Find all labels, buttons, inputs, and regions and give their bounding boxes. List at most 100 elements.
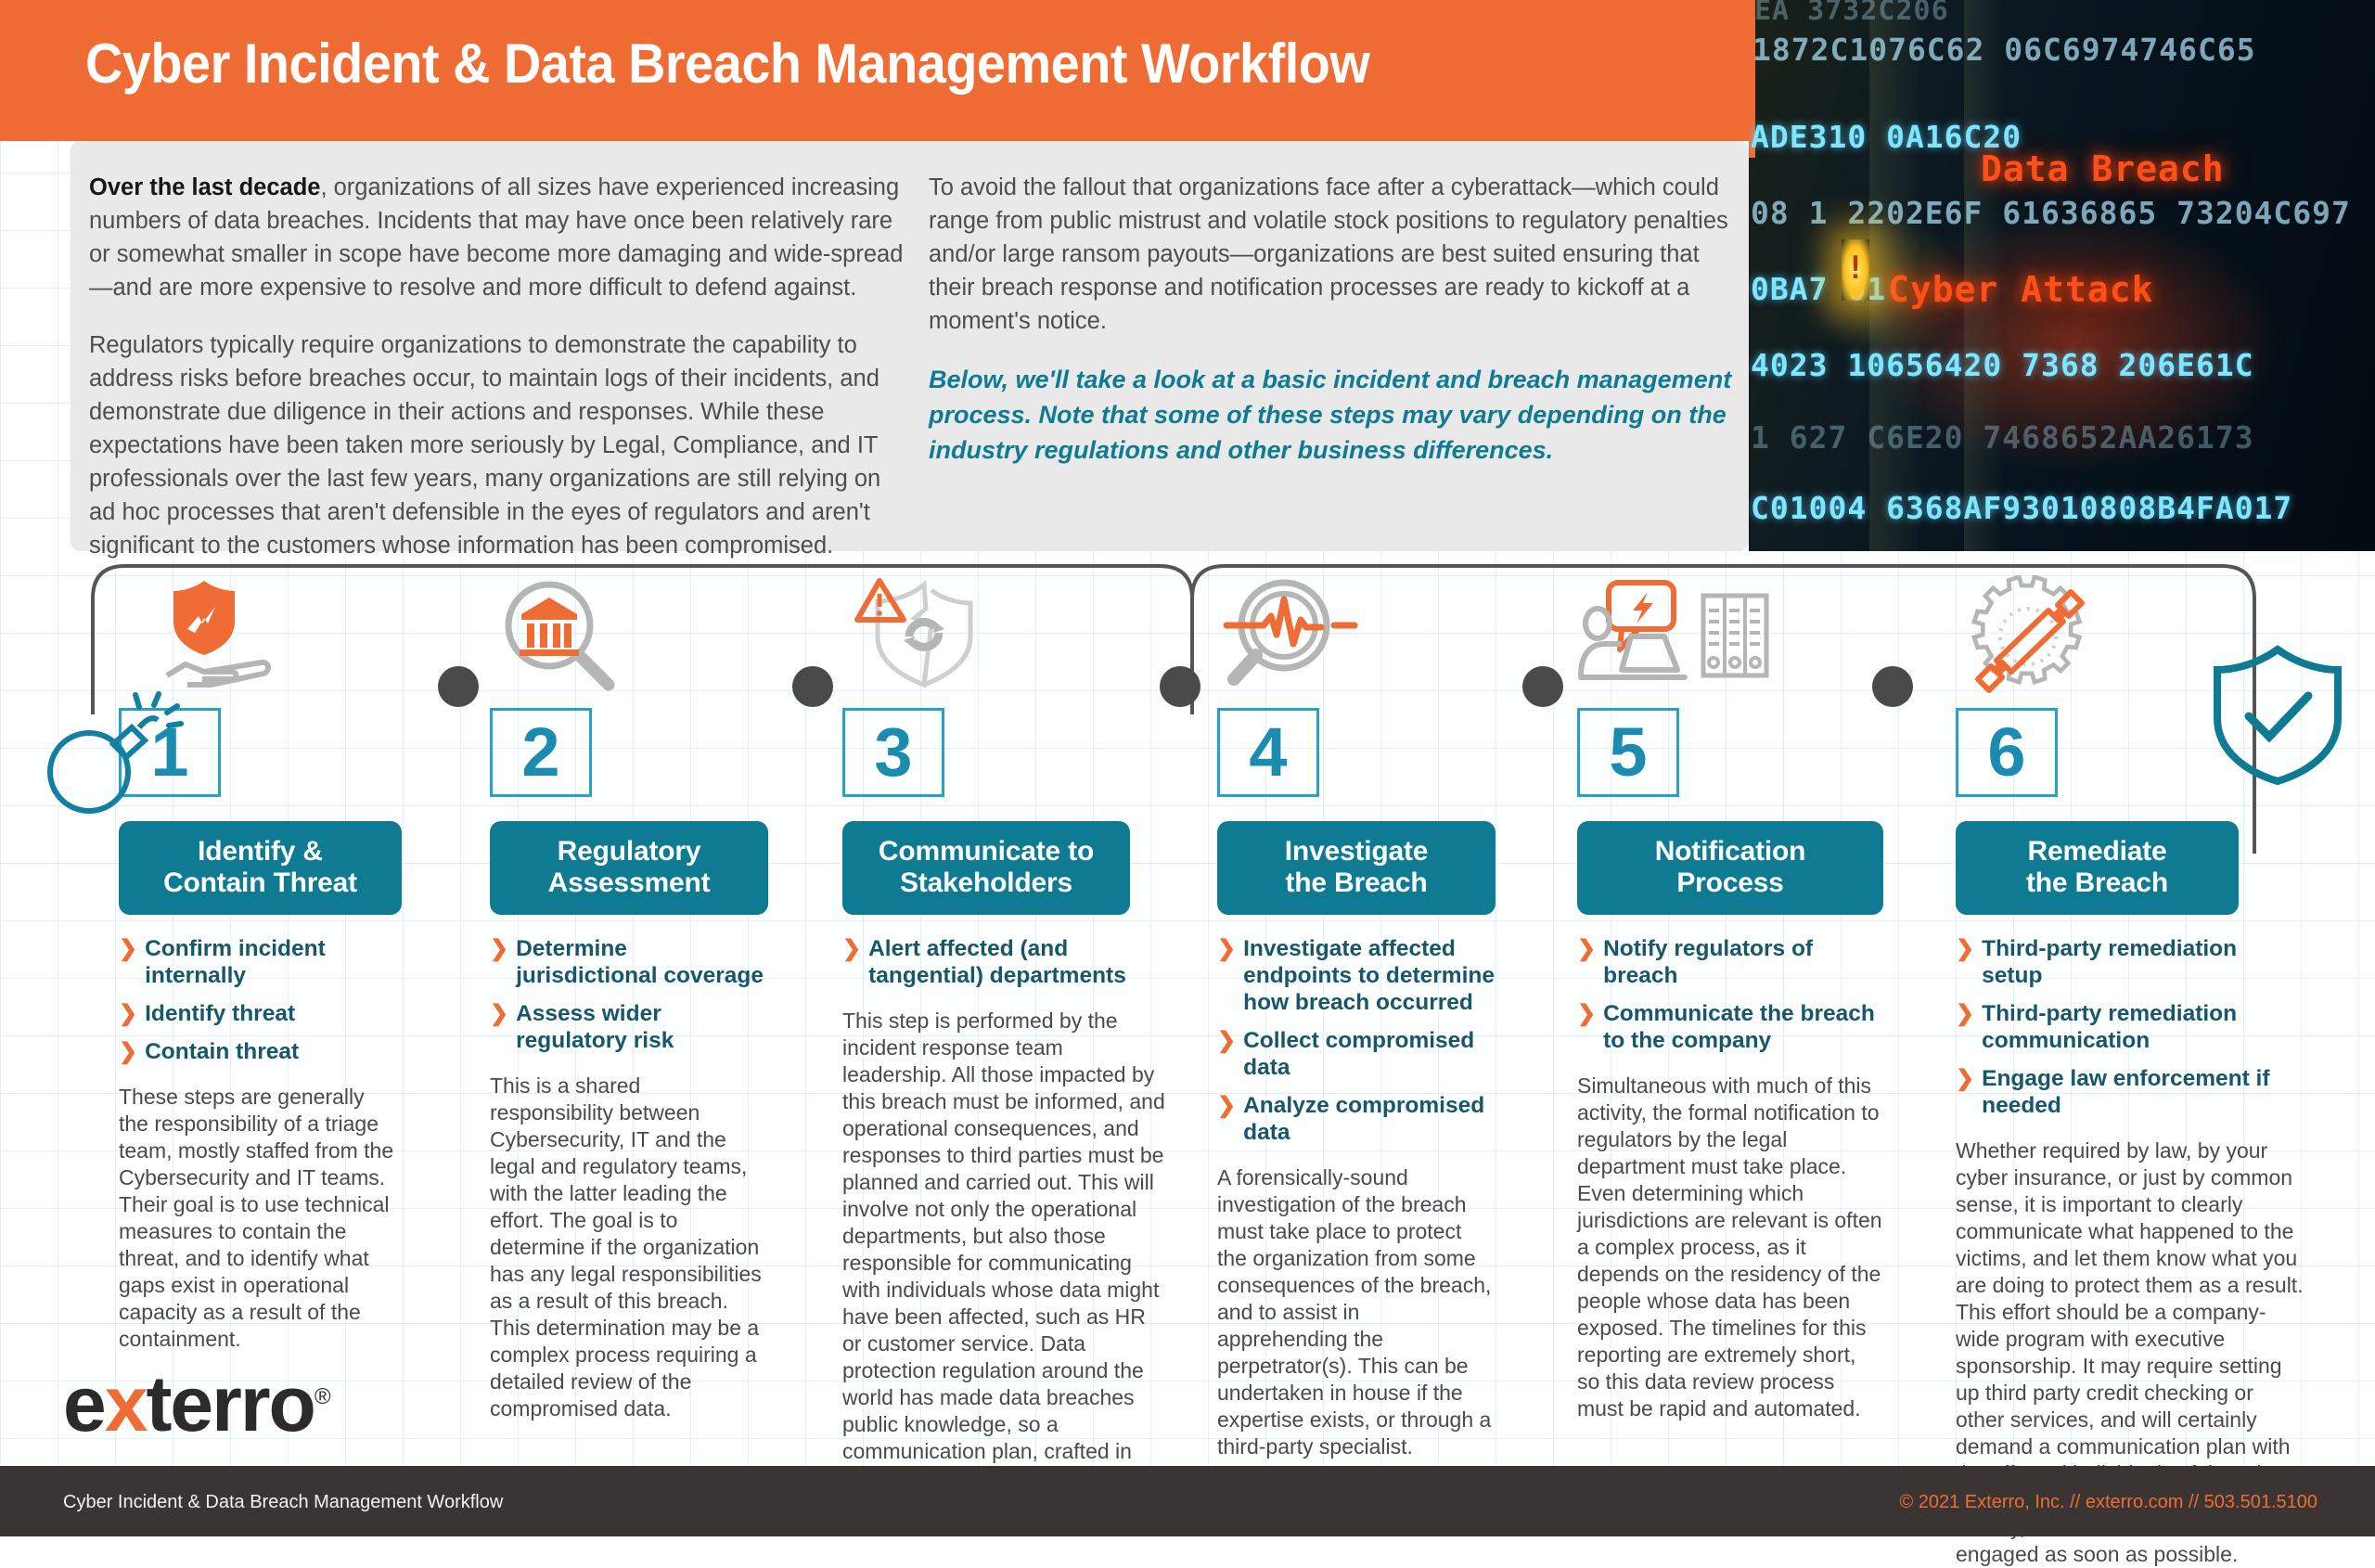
step-2-number: 2 [490,708,592,797]
step-6-bullets: ❯ Third-party remediation setup ❯ Third-… [1956,935,2304,1119]
footer-bar: Cyber Incident & Data Breach Management … [0,1466,2375,1536]
footer-copyright: © 2021 Exterro, Inc. // exterro.com // 5… [1899,1492,2317,1512]
logo-part-2: terro [146,1360,315,1447]
step-5-title: Notification Process [1577,821,1883,915]
step-1-bullet: ❯ Confirm incident internally [119,935,397,989]
exterro-logo: exterro® [63,1359,330,1449]
step-2-title-line1: Regulatory [557,836,701,867]
intro-lead-text: Over the last decade [89,174,321,200]
intro-column-left: Over the last decade, organizations of a… [89,171,905,586]
step-5-bullet: ❯ Notify regulators of breach [1577,935,1883,989]
hero-hex-row: 1872C1076C62 06C6974746C65 [1752,32,2256,68]
step-4-bullets: ❯ Investigate affected endpoints to dete… [1217,935,1496,1146]
chevron-right-icon: ❯ [1217,1093,1237,1118]
chevron-right-icon: ❯ [1577,936,1597,961]
intro-teal-callout: Below, we'll take a look at a basic inci… [929,362,1740,468]
step-6-bullet-text: Third-party remediation setup [1982,936,2238,988]
hero-hex-row: EA 3732C206 [1754,0,1949,27]
hero-alert-cyber-attack: Cyber Attack [1888,269,2154,310]
step-5-number: 5 [1577,708,1679,797]
step-4-bullet: ❯ Investigate affected endpoints to dete… [1217,935,1496,1016]
step-3-title-line2: Stakeholders [899,868,1072,898]
workflow-step-4: 4 Investigate the Breach ❯ Investigate a… [1217,575,1496,1460]
step-4-bullet-text: Investigate affected endpoints to determ… [1243,936,1495,1015]
intro-column-right: To avoid the fallout that organizations … [929,171,1740,468]
step-2-bullets: ❯ Determine jurisdictional coverage ❯ As… [490,935,768,1054]
footer-title: Cyber Incident & Data Breach Management … [63,1492,504,1512]
step-2-bullet-text: Determine jurisdictional coverage [516,936,764,988]
step-6-number: 6 [1956,708,2058,797]
shield-check-icon [2214,645,2342,786]
step-2-bullet: ❯ Assess wider regulatory risk [490,1000,768,1054]
gear-wrench-icon [1971,575,2085,693]
step-2-bullet-text: Assess wider regulatory risk [516,1001,674,1053]
step-6-bullet: ❯ Third-party remediation setup [1956,935,2304,989]
magnifier-pulse-icon [1223,579,1358,686]
step-1-body: These steps are generally the responsibi… [119,1085,394,1351]
connector-dot [438,666,479,707]
step-5-bullet: ❯ Communicate the breach to the company [1577,1000,1883,1054]
chevron-right-icon: ❯ [1956,1066,1975,1091]
step-1-bullets: ❯ Confirm incident internally ❯ Identify… [119,935,397,1065]
shield-bolt-on-hand-icon [165,581,271,688]
step-6-title-line1: Remediate [2027,836,2167,867]
step-3-icon-wrap [842,575,1167,700]
step-5-bullet-text: Notify regulators of breach [1603,936,1814,988]
logo-part-1: e [63,1360,107,1447]
chevron-right-icon: ❯ [1577,1001,1597,1026]
step-4-title-line2: the Breach [1285,868,1428,898]
step-1-bullet: ❯ Identify threat [119,1000,397,1027]
intro-panel: Over the last decade, organizations of a… [71,141,1749,559]
step-5-title-line2: Process [1676,868,1784,898]
step-6-bullet-text: Third-party remediation communication [1982,1001,2238,1053]
step-3-bullet-text: Alert affected (and tangential) departme… [868,936,1126,988]
step-4-number: 4 [1217,708,1319,797]
chevron-right-icon: ❯ [1956,936,1975,961]
step-1-title-line1: Identify & [198,836,323,867]
workflow-step-3: 3 Communicate to Stakeholders ❯ Alert af… [842,575,1167,1519]
step-6-bullet: ❯ Engage law enforcement if needed [1956,1065,2304,1119]
hero-hex-row: 1 627 C6E20 7468652AA26173 [1751,419,2254,456]
step-6-title: Remediate the Breach [1956,821,2239,915]
connector-dot [792,666,833,707]
step-2-icon-wrap [490,575,768,700]
step-2-title: Regulatory Assessment [490,821,768,915]
cyber-attack-hero-image: EA 3732C206 1872C1076C62 06C6974746C65 A… [1749,0,2375,551]
step-5-bullets: ❯ Notify regulators of breach ❯ Communic… [1577,935,1883,1054]
hero-hex-row: C01004 6368AF93010808B4FA017 [1751,490,2293,526]
step-3-title: Communicate to Stakeholders [842,821,1130,915]
intro-paragraph-2: Regulators typically require organizatio… [89,332,881,559]
step-2-bullet: ❯ Determine jurisdictional coverage [490,935,768,989]
bomb-icon [47,691,184,814]
hero-hex-row: 08 1 2202E6F 61636865 73204C697 [1751,195,2351,231]
intro-teal-lead: Below, [929,366,1009,393]
step-3-bullets: ❯ Alert affected (and tangential) depart… [842,935,1167,989]
chevron-right-icon: ❯ [842,936,862,961]
step-3-title-line1: Communicate to [878,836,1095,867]
step-1-bullet-text: Contain threat [145,1039,300,1064]
step-4-bullet-text: Analyze compromised data [1243,1093,1485,1145]
step-6-bullet: ❯ Third-party remediation communication [1956,1000,2304,1054]
step-4-bullet: ❯ Collect compromised data [1217,1027,1496,1081]
step-2-body: This is a shared responsibility between … [490,1073,762,1420]
step-4-bullet: ❯ Analyze compromised data [1217,1092,1496,1146]
step-1-bullet-text: Identify threat [145,1001,296,1026]
step-5-icon-wrap [1577,575,1883,700]
chevron-right-icon: ❯ [119,1039,138,1064]
chevron-right-icon: ❯ [1217,1028,1237,1053]
step-4-bullet-text: Collect compromised data [1243,1028,1475,1080]
chevron-right-icon: ❯ [1217,936,1237,961]
person-laptop-bolt-bubble-binders-icon [1578,580,1769,680]
intro-paragraph-1: Over the last decade, organizations of a… [89,171,905,304]
step-4-title: Investigate the Breach [1217,821,1496,915]
step-5-title-line1: Notification [1654,836,1806,867]
step-1-bullet: ❯ Contain threat [119,1038,397,1065]
step-1-title: Identify & Contain Threat [119,821,402,915]
step-4-body: A forensically-sound investigation of th… [1217,1165,1492,1459]
chevron-right-icon: ❯ [490,1001,509,1026]
step-1-title-line2: Contain Threat [163,868,357,898]
step-4-title-line1: Investigate [1284,836,1429,867]
step-3-body: This step is performed by the incident r… [842,1009,1165,1517]
step-6-bullet-text: Engage law enforcement if needed [1982,1066,2270,1118]
logo-x: x [104,1360,148,1447]
